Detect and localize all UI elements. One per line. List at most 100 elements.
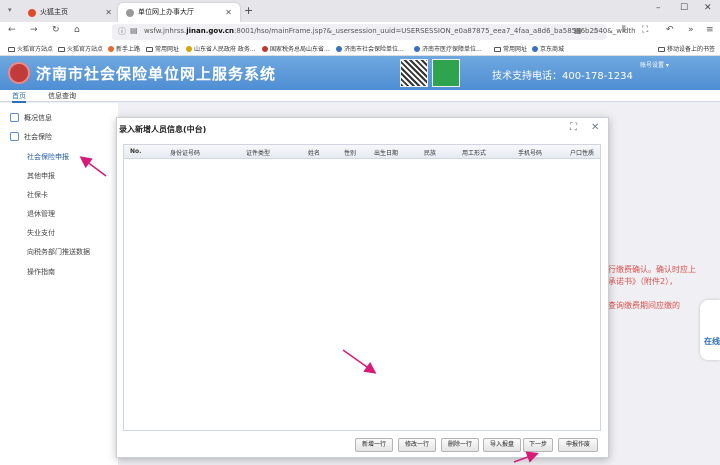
globe-icon <box>532 46 538 52</box>
folder-icon <box>8 47 15 52</box>
url-text: wsfw.jnhrss.jinan.gov.cn:8001/hso/mainFr… <box>144 27 636 35</box>
library-icon[interactable]: ⫴ <box>622 25 626 35</box>
dialog-title: 录入新增人员信息(中台) <box>119 125 207 134</box>
sidebar-item-other-declaration[interactable]: 其他申报 <box>27 171 55 181</box>
menu-icon[interactable]: ≡ <box>706 25 714 35</box>
sidebar-group-overview[interactable]: 概况信息 <box>10 113 52 123</box>
tab-info-query[interactable]: 信息查询 <box>48 91 76 101</box>
browser-tab-title: 单位网上办事大厅 <box>138 8 194 16</box>
page-icon <box>126 9 134 17</box>
site-title: 济南市社会保险单位网上服务系统 <box>36 65 277 83</box>
emblem-icon <box>186 46 192 52</box>
account-settings[interactable]: 账号设置 ▾ <box>640 60 669 69</box>
bookmark-item[interactable]: 山东省人民政府 政务... <box>186 44 256 53</box>
column-header: No. <box>130 148 142 155</box>
sidebar-item-retirement[interactable]: 退休管理 <box>27 209 55 219</box>
bookmarks-bar: 火狐官方站点 火狐官方站点 新手上路 常用网址 山东省人民政府 政务... 国家… <box>0 42 720 56</box>
maximize-icon[interactable]: ⛶ <box>570 122 577 133</box>
site-header: 济南市社会保险单位网上服务系统 技术支持电话：400-178-1234 账号设置… <box>0 56 720 90</box>
close-tab-icon[interactable]: ✕ <box>225 3 232 22</box>
add-row-button[interactable]: 新增一行 <box>355 438 393 452</box>
globe-icon <box>336 46 342 52</box>
sidebar-item-social-card[interactable]: 社保卡 <box>27 190 48 200</box>
bookmark-item[interactable]: 常用网址 <box>146 44 179 53</box>
minimize-icon[interactable]: – <box>656 3 661 13</box>
site-nav-tabs: 首页 信息查询 <box>0 90 720 103</box>
edit-row-button[interactable]: 修改一行 <box>398 438 436 452</box>
close-window-icon[interactable]: ✕ <box>704 3 712 13</box>
column-header: 户口性质 <box>570 150 595 157</box>
notice-text: 诺承诺书》（附件2）， <box>600 277 678 286</box>
back-icon[interactable]: ← <box>8 25 16 35</box>
edit-icon <box>10 132 19 141</box>
browser-nav-bar: ← → ↻ ⌂ ⓘ ▤ wsfw.jnhrss.jinan.gov.cn:800… <box>0 22 720 42</box>
close-icon[interactable]: ✕ <box>591 122 599 133</box>
firefox-icon <box>108 46 114 52</box>
folder-icon <box>658 47 665 52</box>
online-service-button[interactable]: 在线 <box>700 300 720 360</box>
qr-code-icon <box>400 59 428 87</box>
table-header: No. 身份证号码 证件类型 姓名 性别 出生日期 民族 用工形式 手机号码 户… <box>124 145 600 159</box>
next-step-button[interactable]: 下一步 <box>523 438 553 452</box>
column-header: 出生日期 <box>374 150 399 157</box>
bookmark-item[interactable]: 新手上路 <box>108 44 140 53</box>
bookmark-item[interactable]: 济南市医疗保障单位... <box>414 44 482 53</box>
delete-row-button[interactable]: 删除一行 <box>441 438 479 452</box>
bookmark-star-icon[interactable]: ☆ <box>592 26 599 35</box>
undo-icon[interactable]: ↶ <box>666 25 674 35</box>
home-icon <box>10 113 19 122</box>
forward-icon[interactable]: → <box>30 25 38 35</box>
sync-icon[interactable]: ⛶ <box>642 25 648 35</box>
page-info-icon[interactable]: ▤ <box>130 26 138 35</box>
bookmark-item[interactable]: 常用网址 <box>494 44 527 53</box>
bookmark-item[interactable]: 火狐官方站点 <box>58 44 103 53</box>
bookmark-item[interactable]: 国家税务总局山东省... <box>262 44 330 53</box>
notice-text: 进行缴费确认。确认时应上 <box>600 265 696 274</box>
close-tab-icon[interactable]: ✕ <box>105 3 112 22</box>
sidebar-item-insurance-declaration[interactable]: 社会保险申报 <box>27 152 69 162</box>
sidebar-group-social-insurance[interactable]: 社会保险 <box>10 132 52 142</box>
void-declaration-button[interactable]: 申报作废 <box>558 438 598 452</box>
column-header: 民族 <box>424 150 437 157</box>
column-header: 身份证号码 <box>170 150 201 157</box>
browser-tab-active[interactable]: 单位网上办事大厅 ✕ <box>118 3 240 22</box>
column-header: 姓名 <box>308 150 321 157</box>
logo-icon <box>8 62 30 84</box>
new-tab-icon[interactable]: + <box>244 4 253 17</box>
address-bar[interactable]: ⓘ ▤ wsfw.jnhrss.jinan.gov.cn:8001/hso/ma… <box>112 24 636 40</box>
home-icon[interactable]: ⌂ <box>74 25 80 35</box>
maximize-icon[interactable]: ☐ <box>680 3 688 13</box>
folder-icon <box>146 47 153 52</box>
browser-tab-title: 火狐主页 <box>40 8 68 16</box>
overflow-icon[interactable]: » <box>688 25 694 35</box>
sidebar-item-unemployment[interactable]: 失业支付 <box>27 228 55 238</box>
app-qr-icon <box>432 59 460 87</box>
browser-tab-bar: ▾ 火狐主页 ✕ 单位网上办事大厅 ✕ + – ☐ ✕ <box>0 0 720 22</box>
sidebar: 概况信息 社会保险 社会保险申报 其他申报 社保卡 退休管理 失业支付 向税务部… <box>0 103 118 465</box>
add-personnel-dialog: 录入新增人员信息(中台) ⛶ ✕ No. 身份证号码 证件类型 姓名 性别 出生… <box>116 117 609 458</box>
folder-icon <box>58 47 65 52</box>
sidebar-item-guide[interactable]: 操作指南 <box>27 267 55 277</box>
reload-icon[interactable]: ↻ <box>52 25 60 35</box>
reader-icon[interactable]: ▦ <box>574 26 582 35</box>
column-header: 证件类型 <box>246 150 271 157</box>
sidebar-item-tax-push[interactable]: 向税务部门推送数据 <box>27 247 90 257</box>
bookmark-item[interactable]: 济南市社会保险单位... <box>336 44 404 53</box>
import-file-button[interactable]: 导入报盘 <box>483 438 521 452</box>
tab-list-icon[interactable]: ▾ <box>8 6 12 14</box>
browser-tab-home[interactable]: 火狐主页 ✕ <box>20 3 120 22</box>
support-hotline: 技术支持电话：400-178-1234 <box>492 71 633 82</box>
tax-icon <box>262 46 268 52</box>
globe-icon <box>414 46 420 52</box>
tab-home[interactable]: 首页 <box>12 91 26 103</box>
mobile-bookmarks[interactable]: 移动设备上的书签 <box>658 44 715 53</box>
bookmark-item[interactable]: 火狐官方站点 <box>8 44 53 53</box>
bookmark-item[interactable]: 京东商城 <box>532 44 564 53</box>
column-header: 手机号码 <box>518 150 543 157</box>
folder-icon <box>494 47 501 52</box>
online-service-label: 在线 <box>704 337 720 346</box>
dialog-button-bar: 新增一行 修改一行 删除一行 导入报盘 下一步 申报作废 <box>117 436 608 456</box>
notice-text: 可查询缴费期间应缴的 <box>600 301 680 310</box>
info-icon[interactable]: ⓘ <box>118 26 126 37</box>
column-header: 用工形式 <box>462 150 487 157</box>
